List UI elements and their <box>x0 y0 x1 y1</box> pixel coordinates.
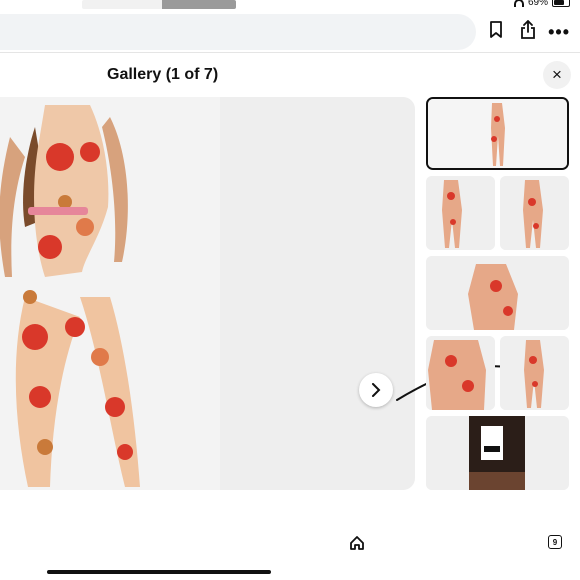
gallery-title: Gallery (1 of 7) <box>107 66 219 83</box>
progress-fill <box>162 0 236 9</box>
close-icon: × <box>552 65 562 84</box>
address-bar[interactable] <box>0 14 476 50</box>
home-icon[interactable] <box>349 535 365 556</box>
thumbnail-image <box>500 176 569 250</box>
thumbnail-6[interactable] <box>500 336 569 410</box>
chevron-right-icon <box>372 383 381 397</box>
status-right: 69% <box>513 0 570 8</box>
browser-toolbar: ••• <box>0 12 580 52</box>
share-icon[interactable] <box>520 19 536 44</box>
battery-level <box>554 0 564 5</box>
thumbnail-image <box>426 416 569 490</box>
status-bar: 69% <box>0 0 580 10</box>
thumbnail-image <box>426 256 569 330</box>
bookmark-icon[interactable] <box>489 21 503 43</box>
next-image-button[interactable] <box>359 373 393 407</box>
thumbnail-4[interactable] <box>426 256 569 330</box>
battery-percent: 69% <box>527 0 548 8</box>
wifi-icon <box>513 0 524 7</box>
battery-icon <box>552 0 570 7</box>
home-indicator[interactable] <box>47 570 271 574</box>
thumbnail-5[interactable] <box>426 336 495 410</box>
model-photo <box>0 97 220 490</box>
tab-count-button[interactable]: 9 <box>548 535 562 549</box>
thumbnail-image <box>426 176 495 250</box>
page-load-progress <box>82 0 236 9</box>
thumbnail-7[interactable] <box>426 416 569 490</box>
thumbnail-2[interactable] <box>426 176 495 250</box>
header-divider <box>0 52 580 53</box>
thumbnail-image <box>500 336 569 410</box>
thumbnail-image <box>428 99 567 168</box>
thumbnail-image <box>426 336 495 410</box>
main-photo[interactable] <box>0 97 415 490</box>
more-icon[interactable]: ••• <box>548 22 570 43</box>
thumbnail-3[interactable] <box>500 176 569 250</box>
close-button[interactable]: × <box>543 61 571 89</box>
thumbnail-1[interactable] <box>426 97 569 170</box>
bottom-toolbar <box>0 530 580 558</box>
